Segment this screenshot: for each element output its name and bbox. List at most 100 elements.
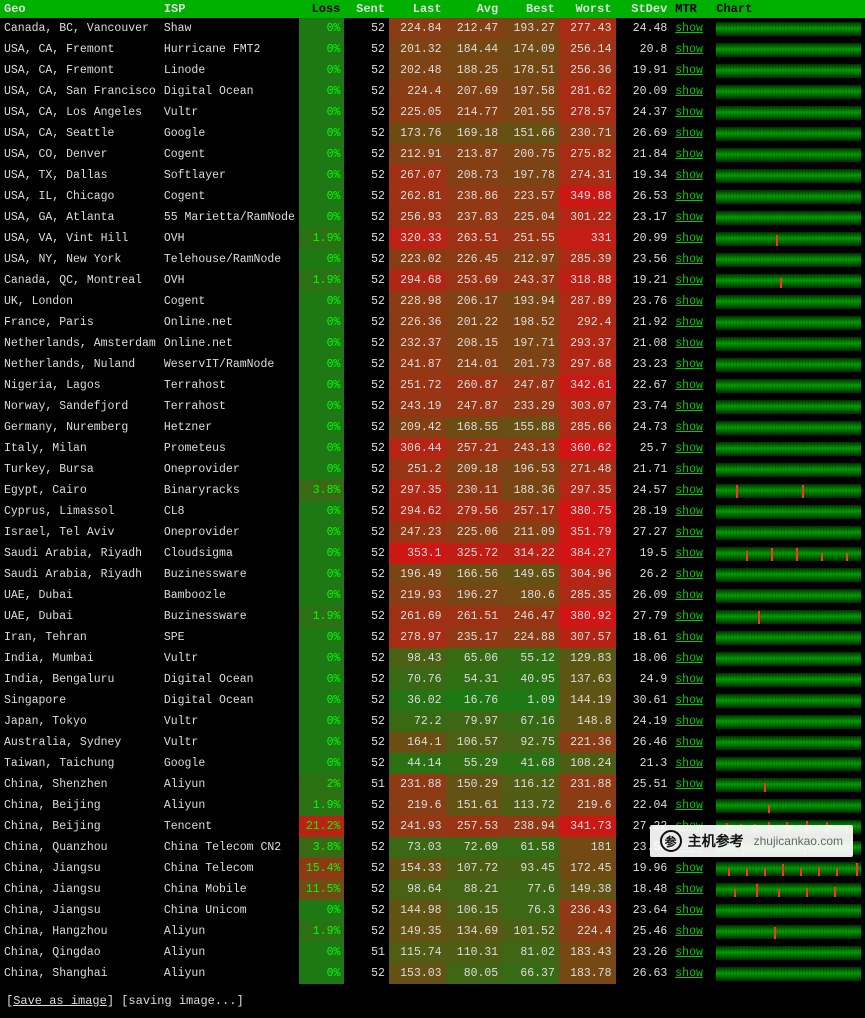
cell-sent: 52 [344, 585, 389, 606]
cell-isp: Terrahost [160, 375, 299, 396]
mtr-show-link[interactable]: show [675, 526, 703, 539]
cell-chart [712, 942, 865, 963]
mtr-show-link[interactable]: show [675, 169, 703, 182]
cell-stdev: 19.5 [616, 543, 672, 564]
mtr-show-link[interactable]: show [675, 232, 703, 245]
mtr-show-link[interactable]: show [675, 274, 703, 287]
mtr-show-link[interactable]: show [675, 736, 703, 749]
mtr-show-link[interactable]: show [675, 568, 703, 581]
cell-loss: 0% [299, 711, 344, 732]
latency-sparkline [716, 610, 861, 624]
mtr-show-link[interactable]: show [675, 652, 703, 665]
cell-avg: 106.15 [446, 900, 503, 921]
mtr-show-link[interactable]: show [675, 85, 703, 98]
cell-avg: 235.17 [446, 627, 503, 648]
mtr-show-link[interactable]: show [675, 673, 703, 686]
cell-best: 41.68 [502, 753, 559, 774]
cell-stdev: 26.2 [616, 564, 672, 585]
mtr-show-link[interactable]: show [675, 589, 703, 602]
mtr-show-link[interactable]: show [675, 862, 703, 875]
mtr-show-link[interactable]: show [675, 316, 703, 329]
cell-last: 297.35 [389, 480, 446, 501]
cell-chart [712, 333, 865, 354]
mtr-show-link[interactable]: show [675, 64, 703, 77]
cell-chart [712, 522, 865, 543]
mtr-show-link[interactable]: show [675, 547, 703, 560]
cell-best: 93.45 [502, 858, 559, 879]
mtr-show-link[interactable]: show [675, 106, 703, 119]
cell-worst: 219.6 [559, 795, 616, 816]
cell-geo: USA, CO, Denver [0, 144, 160, 165]
mtr-show-link[interactable]: show [675, 400, 703, 413]
mtr-show-link[interactable]: show [675, 631, 703, 644]
cell-avg: 247.87 [446, 396, 503, 417]
cell-stdev: 18.48 [616, 879, 672, 900]
cell-mtr: show [671, 711, 712, 732]
mtr-show-link[interactable]: show [675, 337, 703, 350]
mtr-show-link[interactable]: show [675, 22, 703, 35]
cell-stdev: 24.37 [616, 102, 672, 123]
table-row: China, ShanghaiAliyun0%52153.0380.0566.3… [0, 963, 865, 984]
cell-sent: 52 [344, 39, 389, 60]
save-as-image-link[interactable]: Save as image [13, 994, 107, 1008]
mtr-show-link[interactable]: show [675, 757, 703, 770]
cell-loss: 0% [299, 123, 344, 144]
mtr-show-link[interactable]: show [675, 715, 703, 728]
cell-last: 241.87 [389, 354, 446, 375]
mtr-show-link[interactable]: show [675, 253, 703, 266]
mtr-show-link[interactable]: show [675, 43, 703, 56]
cell-sent: 52 [344, 480, 389, 501]
table-row: USA, IL, ChicagoCogent0%52262.81238.8622… [0, 186, 865, 207]
cell-stdev: 27.27 [616, 522, 672, 543]
mtr-show-link[interactable]: show [675, 358, 703, 371]
cell-avg: 107.72 [446, 858, 503, 879]
cell-isp: Online.net [160, 333, 299, 354]
mtr-show-link[interactable]: show [675, 484, 703, 497]
cell-sent: 52 [344, 900, 389, 921]
cell-mtr: show [671, 417, 712, 438]
cell-last: 164.1 [389, 732, 446, 753]
cell-last: 267.07 [389, 165, 446, 186]
mtr-show-link[interactable]: show [675, 505, 703, 518]
mtr-show-link[interactable]: show [675, 883, 703, 896]
cell-sent: 52 [344, 291, 389, 312]
cell-avg: 134.69 [446, 921, 503, 942]
cell-best: 314.22 [502, 543, 559, 564]
latency-sparkline [716, 43, 861, 57]
mtr-show-link[interactable]: show [675, 610, 703, 623]
cell-loss: 0% [299, 690, 344, 711]
cell-geo: Israel, Tel Aviv [0, 522, 160, 543]
cell-chart [712, 207, 865, 228]
mtr-show-link[interactable]: show [675, 442, 703, 455]
mtr-show-link[interactable]: show [675, 904, 703, 917]
cell-isp: China Telecom [160, 858, 299, 879]
cell-isp: Digital Ocean [160, 669, 299, 690]
cell-last: 251.72 [389, 375, 446, 396]
cell-loss: 3.8% [299, 837, 344, 858]
cell-isp: Cogent [160, 291, 299, 312]
mtr-show-link[interactable]: show [675, 967, 703, 980]
mtr-show-link[interactable]: show [675, 694, 703, 707]
mtr-show-link[interactable]: show [675, 421, 703, 434]
cell-stdev: 25.51 [616, 774, 672, 795]
cell-sent: 52 [344, 522, 389, 543]
cell-isp: Softlayer [160, 165, 299, 186]
mtr-show-link[interactable]: show [675, 295, 703, 308]
mtr-show-link[interactable]: show [675, 127, 703, 140]
cell-sent: 52 [344, 354, 389, 375]
mtr-show-link[interactable]: show [675, 799, 703, 812]
mtr-show-link[interactable]: show [675, 778, 703, 791]
cell-worst: 144.19 [559, 690, 616, 711]
cell-loss: 0% [299, 459, 344, 480]
mtr-show-link[interactable]: show [675, 946, 703, 959]
cell-isp: Oneprovider [160, 522, 299, 543]
mtr-show-link[interactable]: show [675, 379, 703, 392]
mtr-show-link[interactable]: show [675, 925, 703, 938]
mtr-show-link[interactable]: show [675, 463, 703, 476]
cell-best: 223.57 [502, 186, 559, 207]
cell-isp: Terrahost [160, 396, 299, 417]
cell-loss: 11.5% [299, 879, 344, 900]
mtr-show-link[interactable]: show [675, 148, 703, 161]
mtr-show-link[interactable]: show [675, 190, 703, 203]
mtr-show-link[interactable]: show [675, 211, 703, 224]
